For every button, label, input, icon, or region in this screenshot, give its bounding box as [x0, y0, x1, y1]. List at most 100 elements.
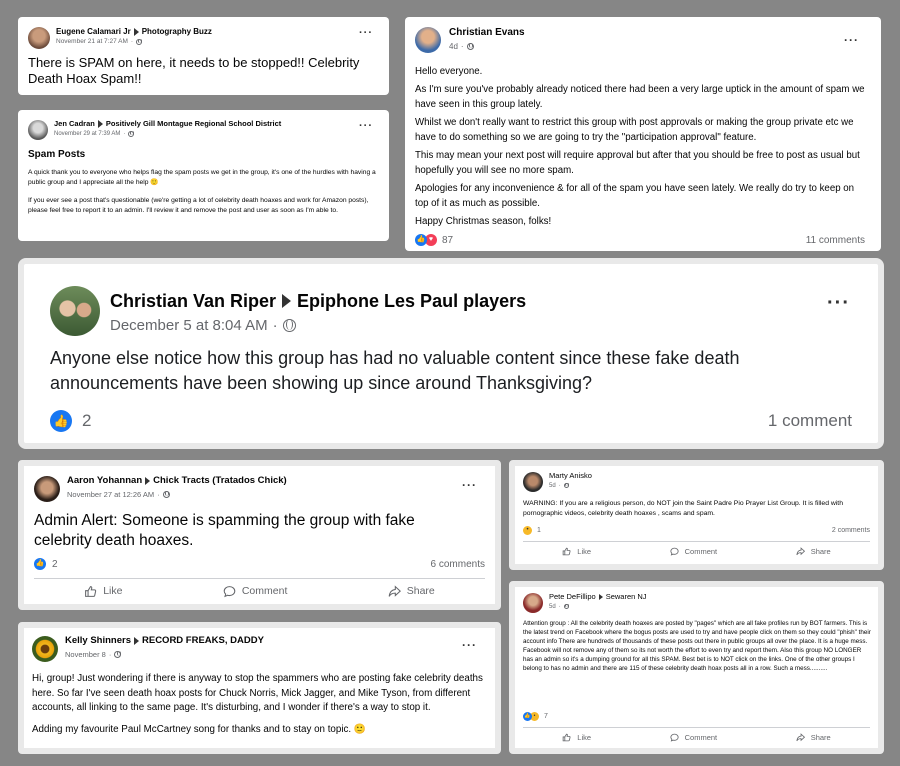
like-icon — [562, 733, 571, 742]
post-text: Anyone else notice how this group has ha… — [50, 348, 740, 394]
share-button[interactable]: Share — [796, 547, 831, 556]
author-name[interactable]: Aaron Yohannan — [67, 475, 142, 487]
more-icon[interactable]: ··· — [462, 478, 477, 492]
post-time[interactable]: November 29 at 7:39 AM — [54, 131, 120, 137]
post-title: Spam Posts — [28, 149, 86, 160]
profile-avatar[interactable] — [28, 27, 50, 49]
globe-icon — [563, 604, 569, 610]
globe-icon — [466, 42, 474, 50]
post-card: Christian Evans 4d · ··· Hello everyone. … — [405, 17, 881, 251]
reactions-summary[interactable]: 👍 2 — [50, 410, 91, 432]
group-name[interactable]: Sewaren NJ — [606, 592, 647, 602]
comment-icon — [223, 585, 236, 597]
reaction-count: 7 — [544, 713, 548, 720]
comment-count[interactable]: 11 comments — [806, 235, 865, 246]
group-name[interactable]: Photography Buzz — [142, 27, 212, 36]
comment-button[interactable]: Comment — [670, 547, 717, 556]
post-time[interactable]: November 8 — [65, 650, 106, 659]
post-body: WARNING: If you are a religious person, … — [523, 499, 871, 519]
more-icon[interactable]: ··· — [844, 33, 859, 47]
arrow-icon — [133, 27, 139, 36]
arrow-icon — [97, 120, 103, 129]
profile-avatar[interactable] — [32, 636, 58, 662]
share-button[interactable]: Share — [796, 733, 831, 742]
wow-reaction-icon: • — [523, 526, 532, 535]
more-icon[interactable]: ··· — [462, 638, 477, 652]
post-card: Eugene Calamari Jr Photography Buzz Nove… — [18, 17, 389, 95]
comment-count[interactable]: 2 comments — [832, 527, 870, 534]
comment-count[interactable]: 1 comment — [768, 411, 852, 431]
more-icon[interactable]: ··· — [827, 292, 850, 315]
like-button[interactable]: Like — [84, 585, 122, 598]
author-name[interactable]: Christian Evans — [449, 27, 525, 39]
author-name[interactable]: Kelly Shinners — [65, 635, 131, 647]
post-card: Marty Anisko 5d · WARNING: If you are a r… — [509, 460, 884, 570]
more-icon[interactable]: ··· — [359, 27, 373, 39]
like-button[interactable]: Like — [562, 733, 591, 742]
post-body: Admin Alert: Someone is spamming the gro… — [34, 511, 474, 551]
comment-icon — [670, 733, 679, 742]
group-name[interactable]: Epiphone Les Paul players — [297, 291, 526, 312]
post-time[interactable]: December 5 at 8:04 AM — [110, 317, 268, 334]
profile-avatar[interactable] — [523, 472, 543, 492]
author-name[interactable]: Marty Anisko — [549, 471, 592, 481]
post-body: Attention group : All the celebrity deat… — [523, 620, 871, 674]
arrow-icon — [598, 594, 603, 601]
more-icon[interactable]: ··· — [359, 120, 373, 132]
post-actions: Like Comment Share — [523, 541, 870, 561]
share-icon — [388, 584, 401, 597]
globe-icon — [136, 38, 143, 45]
comment-count[interactable]: 6 comments — [431, 559, 485, 570]
reactions-summary[interactable]: • 1 — [523, 526, 541, 535]
profile-avatar[interactable] — [50, 286, 100, 336]
like-reaction-icon: 👍 — [34, 558, 46, 570]
like-reaction-icon: 👍 — [50, 410, 72, 432]
author-name[interactable]: Pete DeFillipo — [549, 592, 596, 602]
like-reaction-icon: 👍 — [415, 234, 427, 246]
globe-icon — [282, 318, 296, 332]
post-card: Pete DeFillipo Sewaren NJ 5d · Attention … — [509, 581, 884, 754]
post-card: Kelly Shinners RECORD FREAKS, DADDY Nove… — [18, 622, 501, 754]
reactions-summary[interactable]: 👍 2 — [34, 558, 58, 570]
post-text: There is SPAM on here, it needs to be st… — [28, 55, 360, 86]
author-name[interactable]: Christian Van Riper — [110, 291, 276, 312]
post-time[interactable]: 5d — [549, 483, 556, 489]
profile-avatar[interactable] — [34, 476, 60, 502]
like-reaction-icon: 👍 — [523, 712, 532, 721]
group-name[interactable]: Positively Gill Montague Regional School… — [106, 119, 281, 129]
post-card: Christian Van Riper Epiphone Les Paul pl… — [18, 258, 884, 449]
post-actions: Like Comment Share — [34, 578, 485, 603]
reaction-count: 87 — [442, 234, 454, 246]
post-text: A quick thank you to everyone who helps … — [28, 169, 376, 187]
profile-avatar[interactable] — [415, 27, 441, 53]
post-time[interactable]: 5d — [549, 604, 556, 610]
group-name[interactable]: RECORD FREAKS, DADDY — [142, 635, 264, 647]
post-text: Apologies for any inconvenience & for al… — [415, 183, 855, 210]
comment-icon — [670, 547, 679, 556]
reactions-summary[interactable]: 👍 • 7 — [523, 712, 548, 721]
post-time[interactable]: November 27 at 12:26 AM — [67, 490, 154, 499]
author-name[interactable]: Jen Cadran — [54, 119, 95, 129]
comment-button[interactable]: Comment — [223, 585, 287, 598]
reaction-count: 2 — [52, 558, 58, 570]
like-icon — [562, 547, 571, 556]
share-button[interactable]: Share — [388, 584, 435, 598]
post-text: Happy Christmas season, folks! — [415, 216, 552, 228]
post-text: Adding my favourite Paul McCartney song … — [32, 724, 367, 736]
share-icon — [796, 733, 805, 742]
post-text: Attention group : All the celebrity deat… — [523, 620, 871, 672]
arrow-icon — [282, 294, 292, 309]
reactions-summary[interactable]: 👍 ♥ 87 — [415, 234, 453, 246]
like-button[interactable]: Like — [562, 547, 591, 556]
author-name[interactable]: Eugene Calamari Jr — [56, 27, 131, 36]
post-time[interactable]: 4d — [449, 42, 458, 51]
post-time[interactable]: November 21 at 7:27 AM — [56, 38, 128, 45]
group-name[interactable]: Chick Tracts (Tratados Chick) — [153, 475, 287, 487]
profile-avatar[interactable] — [523, 593, 543, 613]
post-text: Hi, group! Just wondering if there is an… — [32, 673, 483, 714]
post-card: Aaron Yohannan Chick Tracts (Tratados Ch… — [18, 460, 501, 610]
arrow-icon — [134, 637, 139, 646]
comment-button[interactable]: Comment — [670, 733, 717, 742]
profile-avatar[interactable] — [28, 120, 48, 140]
post-text: Hello everyone. — [415, 66, 483, 77]
